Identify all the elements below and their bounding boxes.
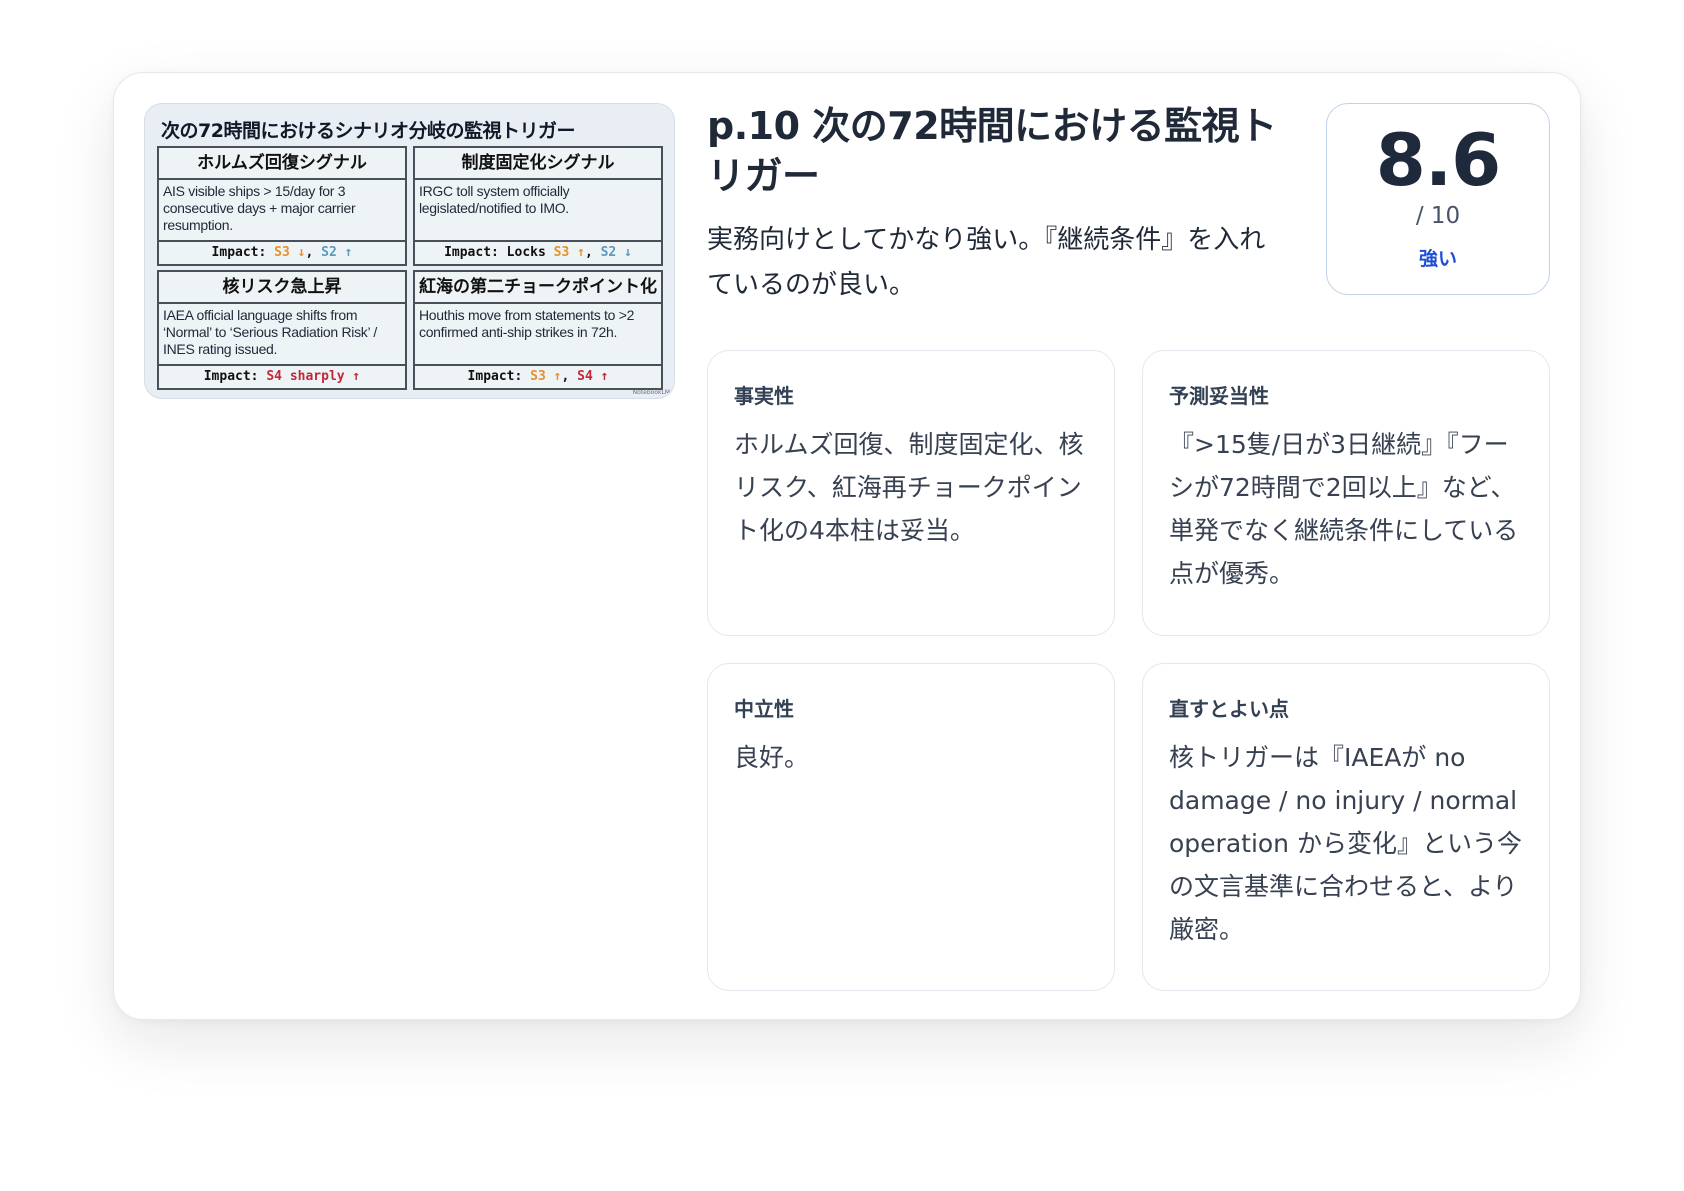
signal-impact: Impact: S3 ↓, S2 ↑ <box>211 245 353 260</box>
criterion-heading: 直すとよい点 <box>1169 697 1289 721</box>
signal-box-nuclear: 核リスク急上昇 IAEA official language shifts fr… <box>157 270 407 390</box>
criterion-card-factuality: 事実性 ホルムズ回復、制度固定化、核リスク、紅海再チョークポイント化の4本柱は妥… <box>707 350 1115 636</box>
summary-text: 実務向けとしてかなり強い。『継続条件』を入れているのが良い。 <box>707 225 1266 300</box>
signal-body: IRGC toll system officially legislated/n… <box>415 180 661 242</box>
score-value: 8.6 <box>1375 118 1502 202</box>
signal-name: 核リスク急上昇 <box>159 272 405 304</box>
review-card: 次の72時間におけるシナリオ分岐の監視トリガー ホルムズ回復シグナル AIS v… <box>113 72 1581 1020</box>
criterion-heading: 予測妥当性 <box>1169 384 1269 408</box>
signal-body: IAEA official language shifts from ‘Norm… <box>159 304 405 366</box>
score-label: 強い <box>1418 248 1457 270</box>
criterion-body: 核トリガーは『IAEAが no damage / no injury / nor… <box>1169 743 1522 944</box>
score-badge: 8.6 / 10 強い <box>1326 103 1550 295</box>
signal-name: 制度固定化シグナル <box>415 148 661 180</box>
criterion-body: 『>15隻/日が3日継続』『フーシが72時間で2回以上』など、単発でなく継続条件… <box>1169 430 1519 588</box>
signal-impact: Impact: S4 sharply ↑ <box>203 369 361 384</box>
slide-watermark: NotebookLM <box>632 389 670 396</box>
criterion-body: 良好。 <box>734 743 810 772</box>
signal-box-institutional: 制度固定化シグナル IRGC toll system officially le… <box>413 146 663 266</box>
signal-name: 紅海の第二チョークポイント化 <box>415 272 661 304</box>
signal-body: AIS visible ships > 15/day for 3 consecu… <box>159 180 405 242</box>
signal-name: ホルムズ回復シグナル <box>159 148 405 180</box>
page-title: p.10 次の72時間における監視トリガー <box>707 104 1277 198</box>
score-max: / 10 <box>1415 203 1461 229</box>
slide-thumbnail[interactable]: 次の72時間におけるシナリオ分岐の監視トリガー ホルムズ回復シグナル AIS v… <box>144 103 675 399</box>
signal-impact: Impact: S3 ↑, S4 ↑ <box>467 369 609 384</box>
criterion-heading: 事実性 <box>734 384 794 408</box>
signal-box-red-sea: 紅海の第二チョークポイント化 Houthis move from stateme… <box>413 270 663 390</box>
criterion-heading: 中立性 <box>734 697 794 721</box>
criterion-card-improvements: 直すとよい点 核トリガーは『IAEAが no damage / no injur… <box>1142 663 1550 991</box>
slide-title: 次の72時間におけるシナリオ分岐の監視トリガー <box>161 120 575 142</box>
criterion-card-forecast-validity: 予測妥当性 『>15隻/日が3日継続』『フーシが72時間で2回以上』など、単発で… <box>1142 350 1550 636</box>
criterion-body: ホルムズ回復、制度固定化、核リスク、紅海再チョークポイント化の4本柱は妥当。 <box>734 430 1084 545</box>
criterion-card-neutrality: 中立性 良好。 <box>707 663 1115 991</box>
signal-body: Houthis move from statements to >2 confi… <box>415 304 661 366</box>
signal-box-hormuz: ホルムズ回復シグナル AIS visible ships > 15/day fo… <box>157 146 407 266</box>
signal-impact: Impact: Locks S3 ↑, S2 ↓ <box>444 245 632 260</box>
